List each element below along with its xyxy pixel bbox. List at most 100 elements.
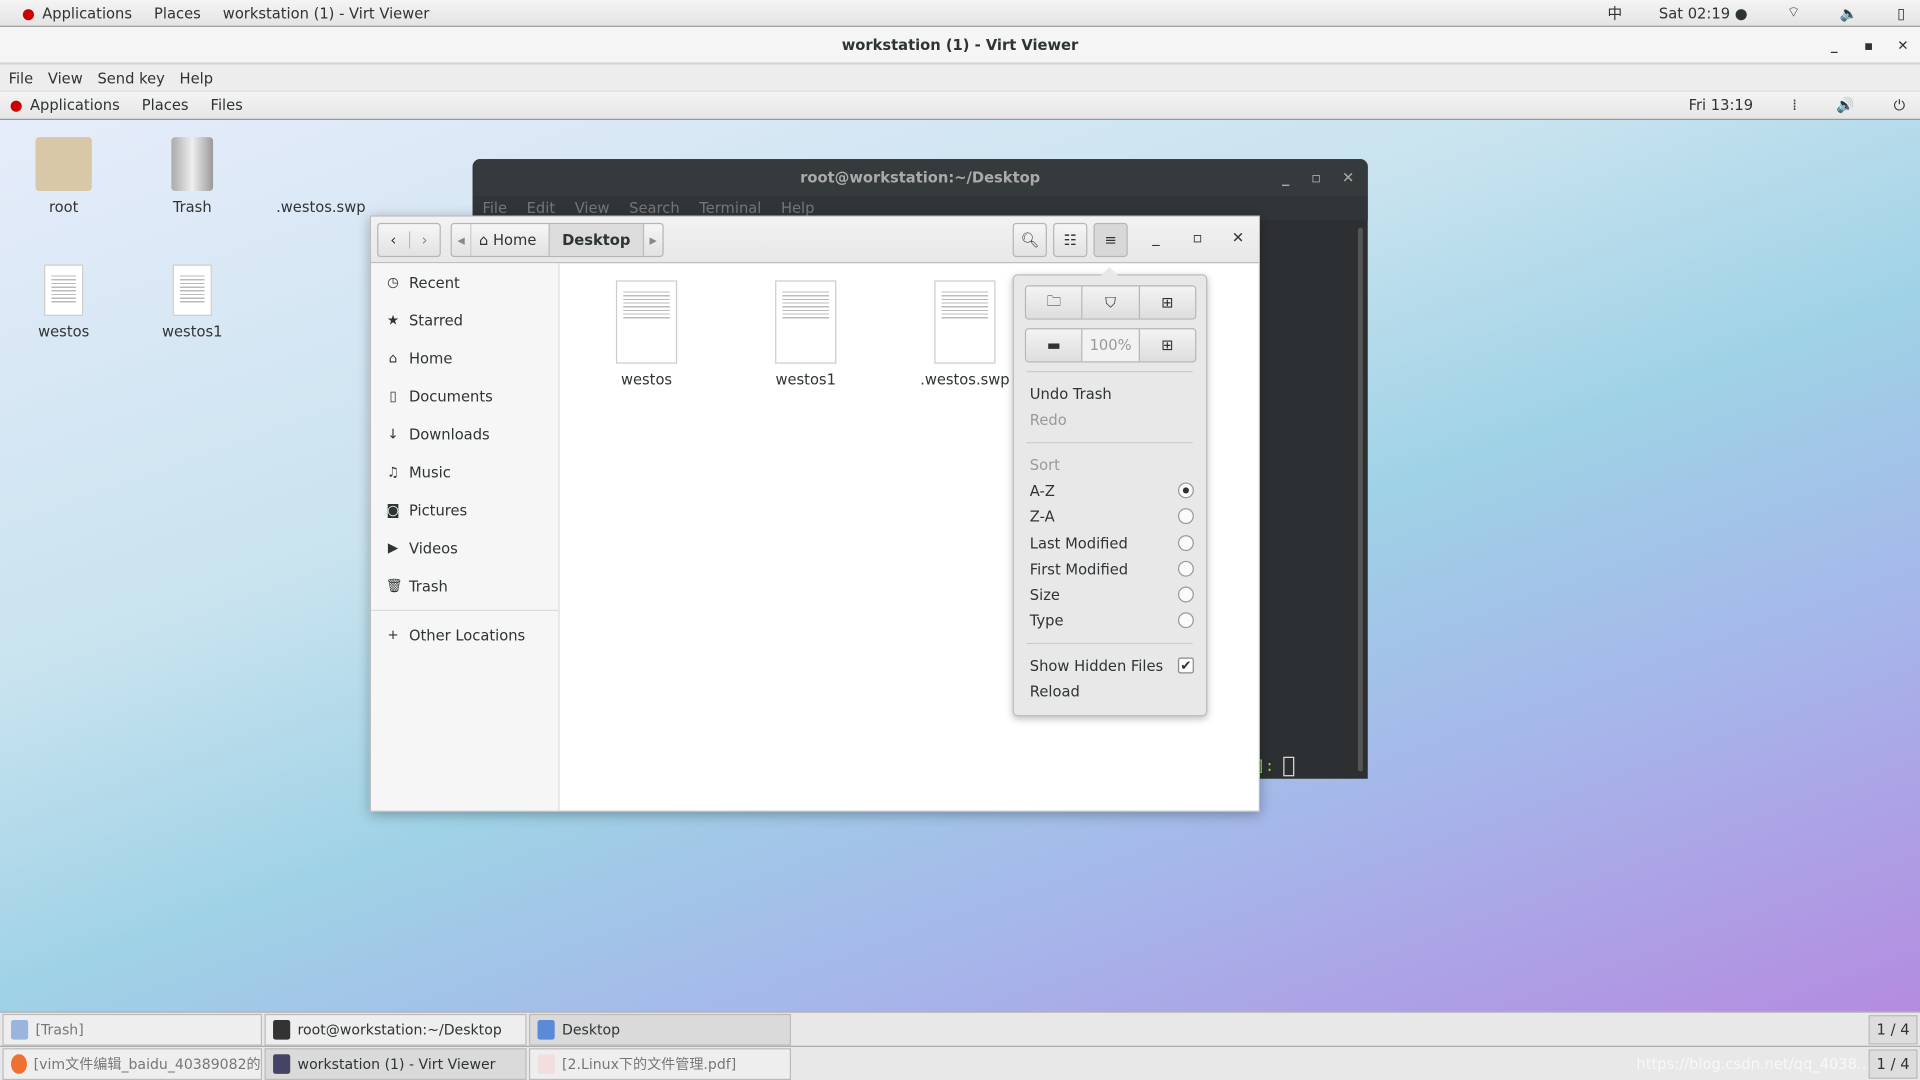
host-applications-menu[interactable]: ● bbox=[22, 4, 35, 21]
desktop-icon-trash[interactable]: Trash bbox=[143, 137, 241, 216]
guest-clock[interactable]: Fri 13:19 bbox=[1689, 97, 1754, 114]
host-clock[interactable]: Sat 02:19 ● bbox=[1659, 4, 1748, 21]
path-home[interactable]: ⌂ Home bbox=[470, 224, 548, 256]
guest-applications-menu[interactable]: Applications bbox=[30, 97, 120, 114]
close-button[interactable]: ✕ bbox=[1886, 27, 1920, 64]
menu-view[interactable]: View bbox=[48, 69, 83, 86]
power-icon[interactable]: ⏻ bbox=[1894, 96, 1906, 114]
guest-applications-icon[interactable]: ● bbox=[10, 97, 23, 114]
show-hidden-files-item[interactable]: Show Hidden Files ✔ bbox=[1030, 653, 1194, 679]
menu-send-key[interactable]: Send key bbox=[97, 69, 164, 86]
sidebar-item-downloads[interactable]: ↓ Downloads bbox=[371, 415, 558, 453]
guest-files-menu[interactable]: Files bbox=[211, 97, 243, 114]
input-method[interactable]: 中 bbox=[1607, 2, 1622, 23]
sidebar-item-starred[interactable]: ★ Starred bbox=[371, 301, 558, 339]
terminal-menu-edit[interactable]: Edit bbox=[527, 200, 555, 217]
path-desktop[interactable]: Desktop bbox=[548, 224, 644, 256]
maximize-button[interactable]: ▪ bbox=[1851, 27, 1885, 64]
sidebar-item-trash[interactable]: 🗑︎ Trash bbox=[371, 567, 558, 605]
desktop-icon-westos[interactable]: westos bbox=[15, 264, 113, 340]
sidebar-item-documents[interactable]: ▯ Documents bbox=[371, 377, 558, 415]
sort-type[interactable]: Type bbox=[1030, 607, 1194, 633]
task-desktop[interactable]: Desktop bbox=[528, 1013, 792, 1046]
minimize-button[interactable]: _ bbox=[1817, 27, 1851, 64]
file-item-westos1[interactable]: westos1 bbox=[751, 280, 861, 388]
radio[interactable] bbox=[1177, 612, 1194, 629]
file-item-westos-swp[interactable]: .westos.swp bbox=[910, 280, 1020, 388]
host-applications-label[interactable]: Applications bbox=[42, 4, 132, 21]
battery-icon[interactable]: ▯ bbox=[1897, 4, 1905, 21]
workspace-pager[interactable]: 1 / 4 bbox=[1868, 1014, 1918, 1044]
terminal-menu-terminal[interactable]: Terminal bbox=[699, 200, 761, 217]
files-close[interactable]: ✕ bbox=[1232, 229, 1244, 246]
terminal-close[interactable]: ✕ bbox=[1342, 169, 1354, 186]
viewer-title: workstation (1) - Virt Viewer bbox=[841, 36, 1079, 54]
terminal-menu-search[interactable]: Search bbox=[629, 200, 679, 217]
radio[interactable] bbox=[1177, 560, 1194, 577]
new-tab-button[interactable]: ⊞ bbox=[1139, 286, 1196, 319]
back-button[interactable]: ‹ bbox=[378, 231, 410, 249]
volume-muted-icon[interactable]: 🔈 bbox=[1840, 4, 1858, 21]
terminal-minimize[interactable]: _ bbox=[1282, 169, 1289, 186]
sort-first-modified[interactable]: First Modified bbox=[1030, 556, 1194, 582]
files-minimize[interactable]: _ bbox=[1152, 229, 1159, 246]
forward-button[interactable]: › bbox=[410, 231, 440, 248]
wifi-icon[interactable]: ⌔ bbox=[1787, 4, 1801, 22]
network-icon[interactable]: ⁞ bbox=[1792, 97, 1797, 114]
radio-selected[interactable] bbox=[1177, 482, 1194, 499]
sidebar-item-pictures[interactable]: ◙ Pictures bbox=[371, 491, 558, 529]
path-left-arrow[interactable]: ◂ bbox=[452, 231, 471, 248]
document-icon: ▯ bbox=[389, 388, 397, 405]
path-right-arrow[interactable]: ▸ bbox=[644, 231, 663, 248]
zoom-out-button[interactable]: ▬ bbox=[1026, 329, 1083, 362]
reload-item[interactable]: Reload bbox=[1030, 678, 1194, 704]
desktop-icon-westos-swp[interactable]: .westos.swp bbox=[272, 198, 370, 215]
terminal-menu-view[interactable]: View bbox=[575, 200, 610, 217]
watermark: https://blog.csdn.net/qq_4038... bbox=[1636, 1054, 1872, 1073]
task-virt-viewer[interactable]: workstation (1) - Virt Viewer bbox=[264, 1047, 527, 1080]
files-maximize[interactable]: ▫ bbox=[1193, 229, 1203, 246]
radio[interactable] bbox=[1177, 535, 1194, 552]
radio[interactable] bbox=[1177, 508, 1194, 525]
sort-last-modified[interactable]: Last Modified bbox=[1030, 530, 1194, 556]
sidebar-item-recent[interactable]: ◷ Recent bbox=[371, 263, 558, 301]
bookmark-button[interactable]: ⛉ bbox=[1082, 286, 1140, 319]
terminal-icon bbox=[273, 1019, 291, 1039]
terminal-menu-file[interactable]: File bbox=[482, 200, 507, 217]
path-bar: ◂ ⌂ Home Desktop ▸ bbox=[450, 222, 664, 258]
zoom-level[interactable]: 100% bbox=[1082, 329, 1140, 362]
host-places-menu[interactable]: Places bbox=[154, 4, 201, 21]
desktop-icon-root[interactable]: root bbox=[15, 137, 113, 216]
view-toggle-button[interactable]: ☷ bbox=[1053, 222, 1088, 258]
sidebar-item-home[interactable]: ⌂ Home bbox=[371, 339, 558, 377]
search-button[interactable]: 🔍︎ bbox=[1012, 222, 1047, 258]
terminal-maximize[interactable]: ▫ bbox=[1311, 169, 1321, 186]
task-browser[interactable]: [vim文件编辑_baidu_40389082的博... bbox=[2, 1047, 263, 1080]
host-workspace-pager[interactable]: 1 / 4 bbox=[1868, 1048, 1918, 1079]
task-pdf[interactable]: [2.Linux下的文件管理.pdf] bbox=[528, 1047, 792, 1080]
menu-help[interactable]: Help bbox=[180, 69, 214, 86]
checkbox-checked[interactable]: ✔ bbox=[1177, 657, 1194, 674]
new-folder-button[interactable]: 🗀 bbox=[1026, 286, 1083, 319]
undo-trash-item[interactable]: Undo Trash bbox=[1030, 381, 1194, 407]
sidebar-item-music[interactable]: ♫ Music bbox=[371, 453, 558, 491]
menu-button[interactable]: ≡ bbox=[1093, 222, 1128, 258]
terminal-scrollbar[interactable] bbox=[1357, 227, 1363, 772]
file-item-westos[interactable]: westos bbox=[591, 280, 701, 388]
desktop-icon-westos1[interactable]: westos1 bbox=[143, 264, 241, 340]
menu-file[interactable]: File bbox=[9, 69, 34, 86]
sort-a-z[interactable]: A-Z bbox=[1030, 478, 1194, 504]
sort-z-a[interactable]: Z-A bbox=[1030, 503, 1194, 529]
minus-icon: ▬ bbox=[1046, 336, 1061, 354]
sidebar-item-videos[interactable]: ▶ Videos bbox=[371, 529, 558, 567]
sort-size[interactable]: Size bbox=[1030, 582, 1194, 608]
radio[interactable] bbox=[1177, 586, 1194, 603]
task-trash[interactable]: [Trash] bbox=[2, 1013, 263, 1046]
zoom-in-button[interactable]: ⊞ bbox=[1139, 329, 1196, 362]
volume-icon[interactable]: 🔊 bbox=[1836, 97, 1854, 114]
terminal-menu-help[interactable]: Help bbox=[781, 200, 815, 217]
task-terminal[interactable]: root@workstation:~/Desktop bbox=[264, 1013, 527, 1046]
host-active-window[interactable]: workstation (1) - Virt Viewer bbox=[223, 4, 429, 21]
guest-places-menu[interactable]: Places bbox=[142, 97, 189, 114]
sidebar-item-other-locations[interactable]: + Other Locations bbox=[371, 616, 558, 654]
